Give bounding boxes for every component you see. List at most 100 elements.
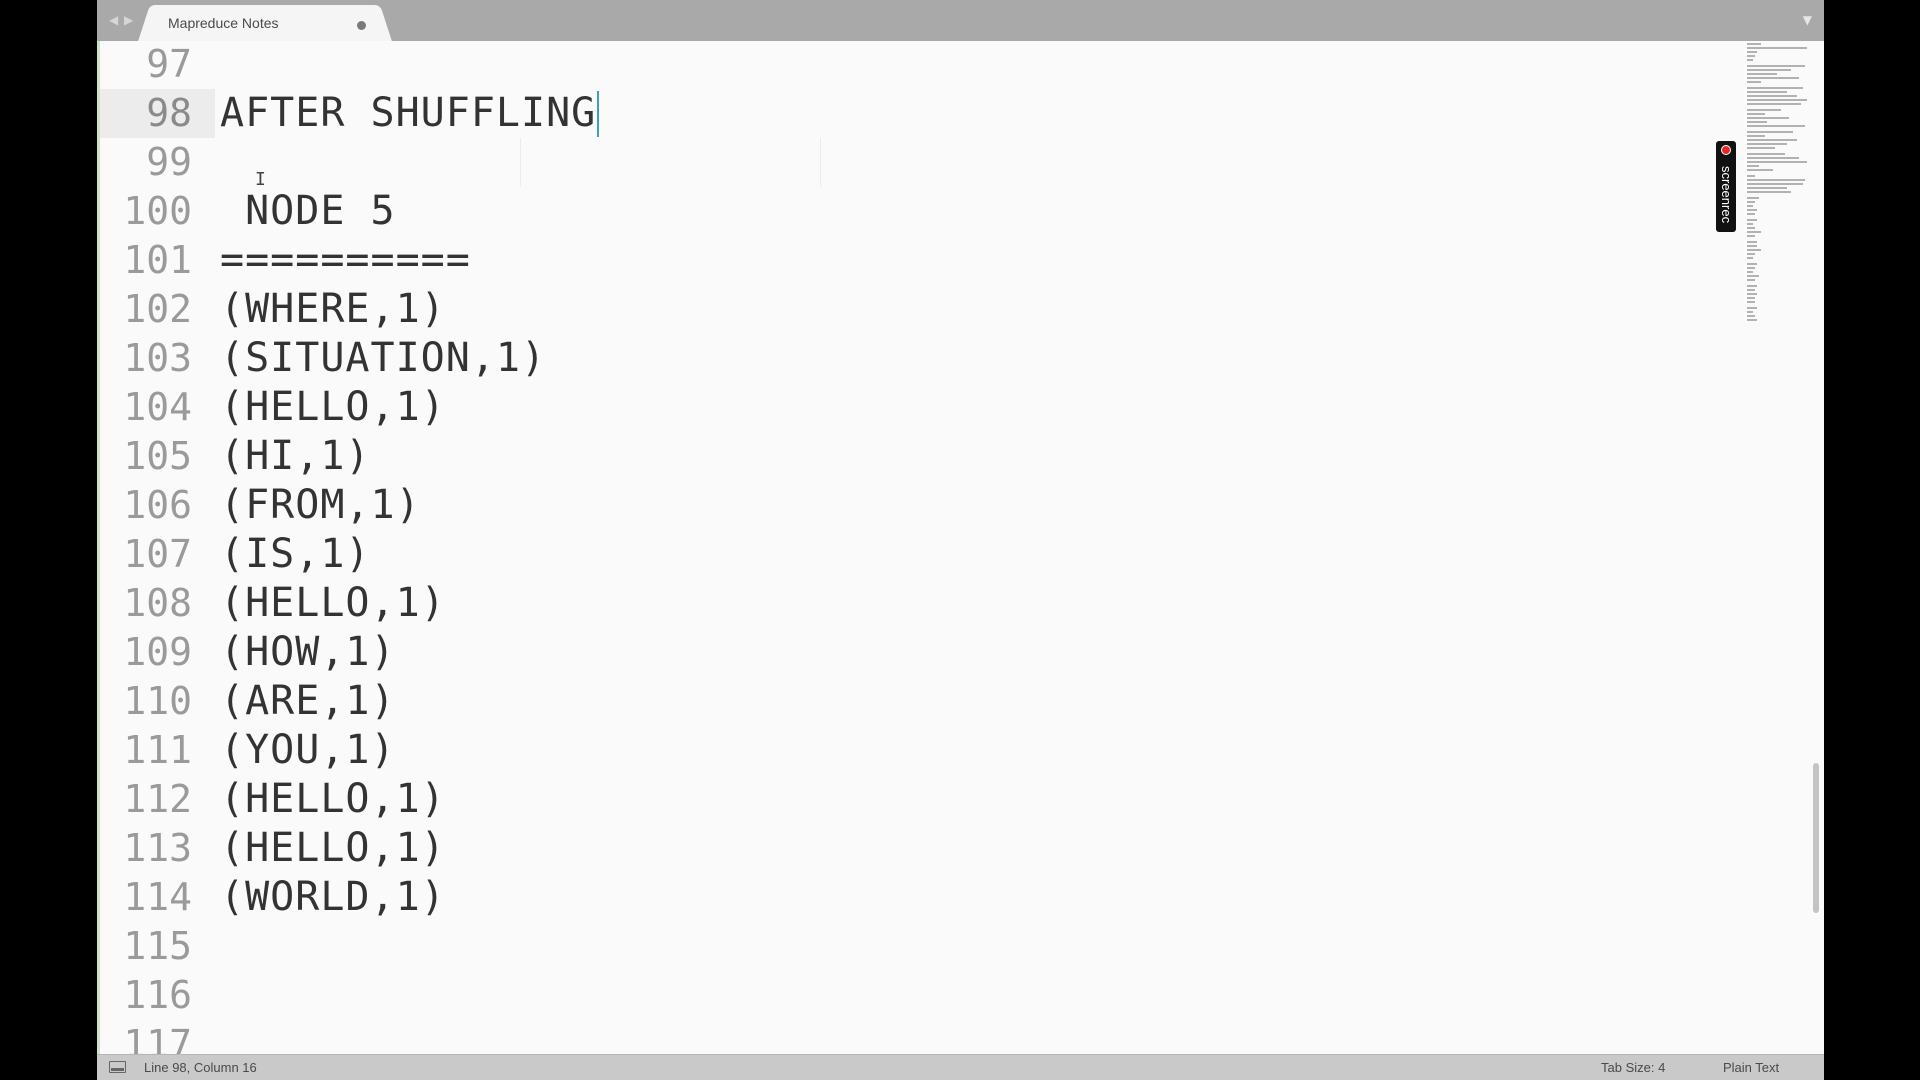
code-line[interactable]: (WHERE,1) [220,285,446,334]
minimap-line [1747,161,1807,163]
minimap-line [1747,293,1757,295]
code-line[interactable]: (WORLD,1) [220,873,446,922]
minimap-line [1747,201,1755,203]
tab-bar: ◀ ▶ Mapreduce Notes ▼ [97,0,1824,41]
code-area[interactable]: AFTER SHUFFLING NODE 5 ========== (WHERE,1… [220,41,1520,1054]
code-line[interactable]: (SITUATION,1) [220,334,546,383]
line-number: 108 [123,581,192,625]
line-number: 99 [146,140,192,184]
minimap-line [1747,231,1761,233]
code-line[interactable]: (HELLO,1) [220,383,446,432]
minimap-line [1747,319,1757,321]
minimap-line [1747,113,1765,115]
line-number: 97 [146,42,192,86]
minimap-line [1747,99,1807,101]
line-number: 113 [123,826,192,870]
line-number: 111 [123,728,192,772]
vertical-scrollbar[interactable] [1813,763,1819,913]
code-line[interactable]: (HELLO,1) [220,579,446,628]
code-line[interactable]: (ARE,1) [220,677,396,726]
tab-dropdown-icon[interactable]: ▼ [1803,12,1812,28]
line-number: 110 [123,679,192,723]
minimap-line [1747,43,1761,45]
cursor-position[interactable]: Line 98, Column 16 [144,1060,257,1075]
minimap-line [1747,147,1775,149]
text-editor[interactable]: 97 98 99 100 101 102 103 104 105 106 107 108 109 110 1… [97,41,1824,1054]
minimap-line [1747,175,1755,177]
code-line[interactable]: (FROM,1) [220,481,421,530]
back-arrow-icon[interactable]: ◀ [109,12,118,28]
code-line[interactable]: (HOW,1) [220,628,396,677]
code-line[interactable]: NODE 5 [220,187,396,236]
minimap-line [1747,65,1805,67]
minimap-line [1747,135,1765,137]
minimap-line [1747,103,1801,105]
editor-window: ◀ ▶ Mapreduce Notes ▼ 97 98 99 100 101 102 103… [97,0,1824,1080]
tab-size[interactable]: Tab Size: 4 [1601,1060,1665,1075]
minimap-line [1747,47,1807,49]
line-number: 102 [123,287,192,331]
screenrec-badge[interactable]: screenrec [1716,141,1736,232]
panel-toggle-icon[interactable] [109,1061,126,1073]
indent-guide [820,138,821,187]
syntax-mode[interactable]: Plain Text [1723,1060,1779,1075]
minimap-line [1747,219,1757,221]
text-caret [597,91,599,137]
minimap-line [1747,249,1761,251]
minimap-line [1747,263,1757,265]
minimap-line [1747,205,1753,207]
code-line[interactable]: (IS,1) [220,530,371,579]
minimap-line [1747,69,1791,71]
minimap-line [1747,187,1787,189]
line-number: 114 [123,875,192,919]
line-number: 100 [123,189,192,233]
minimap-line [1747,315,1755,317]
minimap-line [1747,73,1777,75]
line-number: 98 [100,89,215,138]
minimap-line [1747,95,1797,97]
minimap-line [1747,227,1755,229]
minimap-line [1747,125,1805,127]
forward-arrow-icon[interactable]: ▶ [124,12,133,28]
screenrec-label: screenrec [1719,166,1734,224]
minimap-line [1747,311,1753,313]
minimap-line [1747,275,1759,277]
minimap-line [1747,223,1753,225]
tab-mapreduce-notes[interactable]: Mapreduce Notes [152,5,378,41]
line-number: 109 [123,630,192,674]
minimap-line [1747,267,1755,269]
minimap-line [1747,59,1753,61]
minimap-line [1747,209,1757,211]
line-number: 105 [123,434,192,478]
minimap-line [1747,143,1787,145]
minimap-line [1747,307,1757,309]
minimap-line [1747,77,1799,79]
minimap-line [1747,271,1753,273]
minimap-line [1747,235,1755,237]
minimap-line [1747,191,1791,193]
minimap-line [1747,257,1753,259]
minimap-line [1747,183,1803,185]
line-number: 104 [123,385,192,429]
minimap-line [1747,301,1755,303]
minimap-line [1747,213,1755,215]
minimap-line [1747,131,1793,133]
line-number: 101 [123,238,192,282]
minimap-line [1747,179,1805,181]
minimap-line [1747,81,1761,83]
code-line[interactable]: ========== [220,236,471,285]
minimap[interactable] [1747,41,1819,341]
minimap-line [1747,197,1759,199]
code-line[interactable]: (HELLO,1) [220,824,446,873]
minimap-line [1747,157,1799,159]
code-line[interactable]: (HI,1) [220,432,371,481]
code-line[interactable]: (YOU,1) [220,726,396,775]
indent-guide [520,138,521,187]
code-line[interactable]: (HELLO,1) [220,775,446,824]
code-line[interactable]: AFTER SHUFFLING [220,89,596,138]
unsaved-dot-icon[interactable] [357,21,366,30]
minimap-line [1747,121,1767,123]
minimap-line [1747,51,1757,53]
minimap-line [1747,109,1781,111]
minimap-line [1747,169,1773,171]
